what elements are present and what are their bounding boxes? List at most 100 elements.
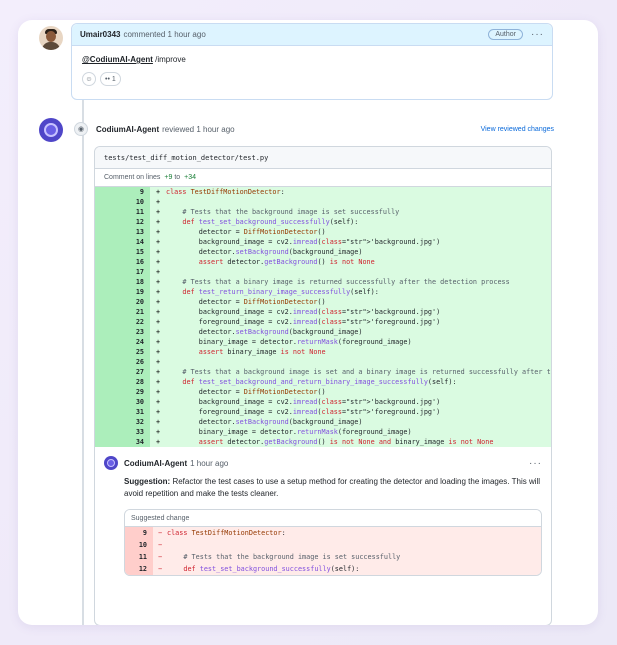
view-reviewed-changes-link[interactable]: View reviewed changes (481, 126, 554, 133)
suggestion-author[interactable]: CodiumAI-Agent (124, 459, 187, 468)
removed-line-row: 12− def test_set_background_successfully… (125, 563, 541, 575)
line-number[interactable]: 14 (95, 237, 150, 247)
line-number[interactable]: 9 (95, 187, 150, 197)
removed-line-row: 9− class TestDiffMotionDetector: (125, 527, 541, 539)
diff-sign: + (150, 247, 166, 257)
line-number[interactable]: 16 (95, 257, 150, 267)
diff-sign: + (150, 307, 166, 317)
eye-icon: ◉ (74, 122, 88, 136)
removed-line-row: 11− # Tests that the background image is… (125, 551, 541, 563)
line-number[interactable]: 33 (95, 427, 150, 437)
lines-to: +34 (184, 174, 197, 181)
diff-sign: + (150, 217, 166, 227)
bot-avatar[interactable] (39, 118, 63, 142)
added-line-row: 17 + (95, 267, 551, 277)
diff-sign: + (150, 417, 166, 427)
comment-more-icon[interactable]: ··· (531, 29, 544, 40)
diff-sign: − (153, 563, 167, 575)
code-line: background_image = cv2.imread(class="str… (166, 397, 551, 407)
review-header: ◉ CodiumAI-Agent reviewed 1 hour ago Vie… (74, 121, 554, 137)
line-number[interactable]: 32 (95, 417, 150, 427)
line-number[interactable]: 26 (95, 357, 150, 367)
added-line-row: 11 + # Tests that the background image is… (95, 207, 551, 217)
code-line: detector.setBackground(background_image) (166, 247, 551, 257)
line-number[interactable]: 9 (125, 527, 153, 539)
line-number[interactable]: 30 (95, 397, 150, 407)
added-line-row: 28 + def test_set_background_and_return_b… (95, 377, 551, 387)
added-line-row: 21 + background_image = cv2.imread(class=… (95, 307, 551, 317)
diff-sign: + (150, 257, 166, 267)
lines-prefix: Comment on lines (104, 174, 161, 181)
bot-avatar-small[interactable] (104, 456, 118, 470)
line-number[interactable]: 13 (95, 227, 150, 237)
review-author[interactable]: CodiumAI-Agent (96, 125, 159, 134)
diff-sign: − (153, 539, 167, 551)
line-number[interactable]: 11 (95, 207, 150, 217)
user-avatar[interactable] (39, 26, 63, 50)
added-line-row: 15 + detector.setBackground(background_im… (95, 247, 551, 257)
suggestion-time[interactable]: 1 hour ago (190, 459, 228, 468)
line-number[interactable]: 34 (95, 437, 150, 447)
line-number[interactable]: 20 (95, 297, 150, 307)
line-number[interactable]: 18 (95, 277, 150, 287)
comment-command: /improve (152, 55, 186, 64)
diff-sign: − (153, 527, 167, 539)
added-line-row: 9 + class TestDiffMotionDetector: (95, 187, 551, 197)
smiley-icon[interactable]: ☺ (82, 72, 96, 86)
line-number[interactable]: 27 (95, 367, 150, 377)
line-number[interactable]: 21 (95, 307, 150, 317)
line-number[interactable]: 10 (125, 539, 153, 551)
line-number[interactable]: 19 (95, 287, 150, 297)
code-line: # Tests that the background image is set… (167, 551, 541, 563)
added-line-row: 29 + detector = DiffMotionDetector() (95, 387, 551, 397)
suggested-change-box: Suggested change 9− class TestDiffMotionD… (124, 509, 542, 576)
added-line-row: 18 + # Tests that a binary image is retur… (95, 277, 551, 287)
code-line: detector.setBackground(background_image) (166, 417, 551, 427)
diff-sign: + (150, 287, 166, 297)
code-line: # Tests that a background image is set a… (166, 367, 551, 377)
line-number[interactable]: 23 (95, 327, 150, 337)
added-line-row: 27 + # Tests that a background image is s… (95, 367, 551, 377)
diff-sign: + (150, 357, 166, 367)
line-number[interactable]: 22 (95, 317, 150, 327)
line-number[interactable]: 10 (95, 197, 150, 207)
line-number[interactable]: 31 (95, 407, 150, 417)
file-path[interactable]: tests/test_diff_motion_detector/test.py (95, 147, 551, 169)
diff-sign: + (150, 377, 166, 387)
code-line: detector = DiffMotionDetector() (166, 227, 551, 237)
line-number[interactable]: 12 (95, 217, 150, 227)
code-line: def test_set_background_successfully(sel… (167, 563, 541, 575)
code-line (166, 357, 551, 367)
suggestion-more-icon[interactable]: ··· (529, 458, 542, 469)
line-number[interactable]: 17 (95, 267, 150, 277)
added-line-row: 13 + detector = DiffMotionDetector() (95, 227, 551, 237)
line-number[interactable]: 15 (95, 247, 150, 257)
added-line-row: 30 + background_image = cv2.imread(class=… (95, 397, 551, 407)
line-number[interactable]: 29 (95, 387, 150, 397)
diff-sign: + (150, 397, 166, 407)
line-number[interactable]: 25 (95, 347, 150, 357)
lines-to-word: to (174, 174, 181, 181)
comment-author[interactable]: Umair0343 (80, 30, 120, 39)
code-line: foreground_image = cv2.imread(class="str… (166, 407, 551, 417)
comment-time[interactable]: 1 hour ago (168, 30, 206, 39)
code-line: def test_set_background_successfully(sel… (166, 217, 551, 227)
diff-sign: + (150, 207, 166, 217)
code-line: def test_return_binary_image_successfull… (166, 287, 551, 297)
line-number[interactable]: 11 (125, 551, 153, 563)
diff-sign: + (150, 297, 166, 307)
code-line: background_image = cv2.imread(class="str… (166, 307, 551, 317)
added-line-row: 10 + (95, 197, 551, 207)
code-line: assert detector.getBackground() is not N… (166, 257, 551, 267)
review-time[interactable]: 1 hour ago (196, 125, 234, 134)
line-number[interactable]: 24 (95, 337, 150, 347)
comment-body: @CodiumAI-Agent /improve ☺ •• 1 (72, 46, 552, 86)
diff-sign: + (150, 237, 166, 247)
line-number[interactable]: 28 (95, 377, 150, 387)
diff-sign: − (153, 551, 167, 563)
code-line: detector = DiffMotionDetector() (166, 297, 551, 307)
eyes-reaction-button[interactable]: •• 1 (100, 72, 121, 86)
added-line-row: 12 + def test_set_background_successfully… (95, 217, 551, 227)
line-number[interactable]: 12 (125, 563, 153, 575)
mention-link[interactable]: @CodiumAI-Agent (82, 55, 153, 64)
